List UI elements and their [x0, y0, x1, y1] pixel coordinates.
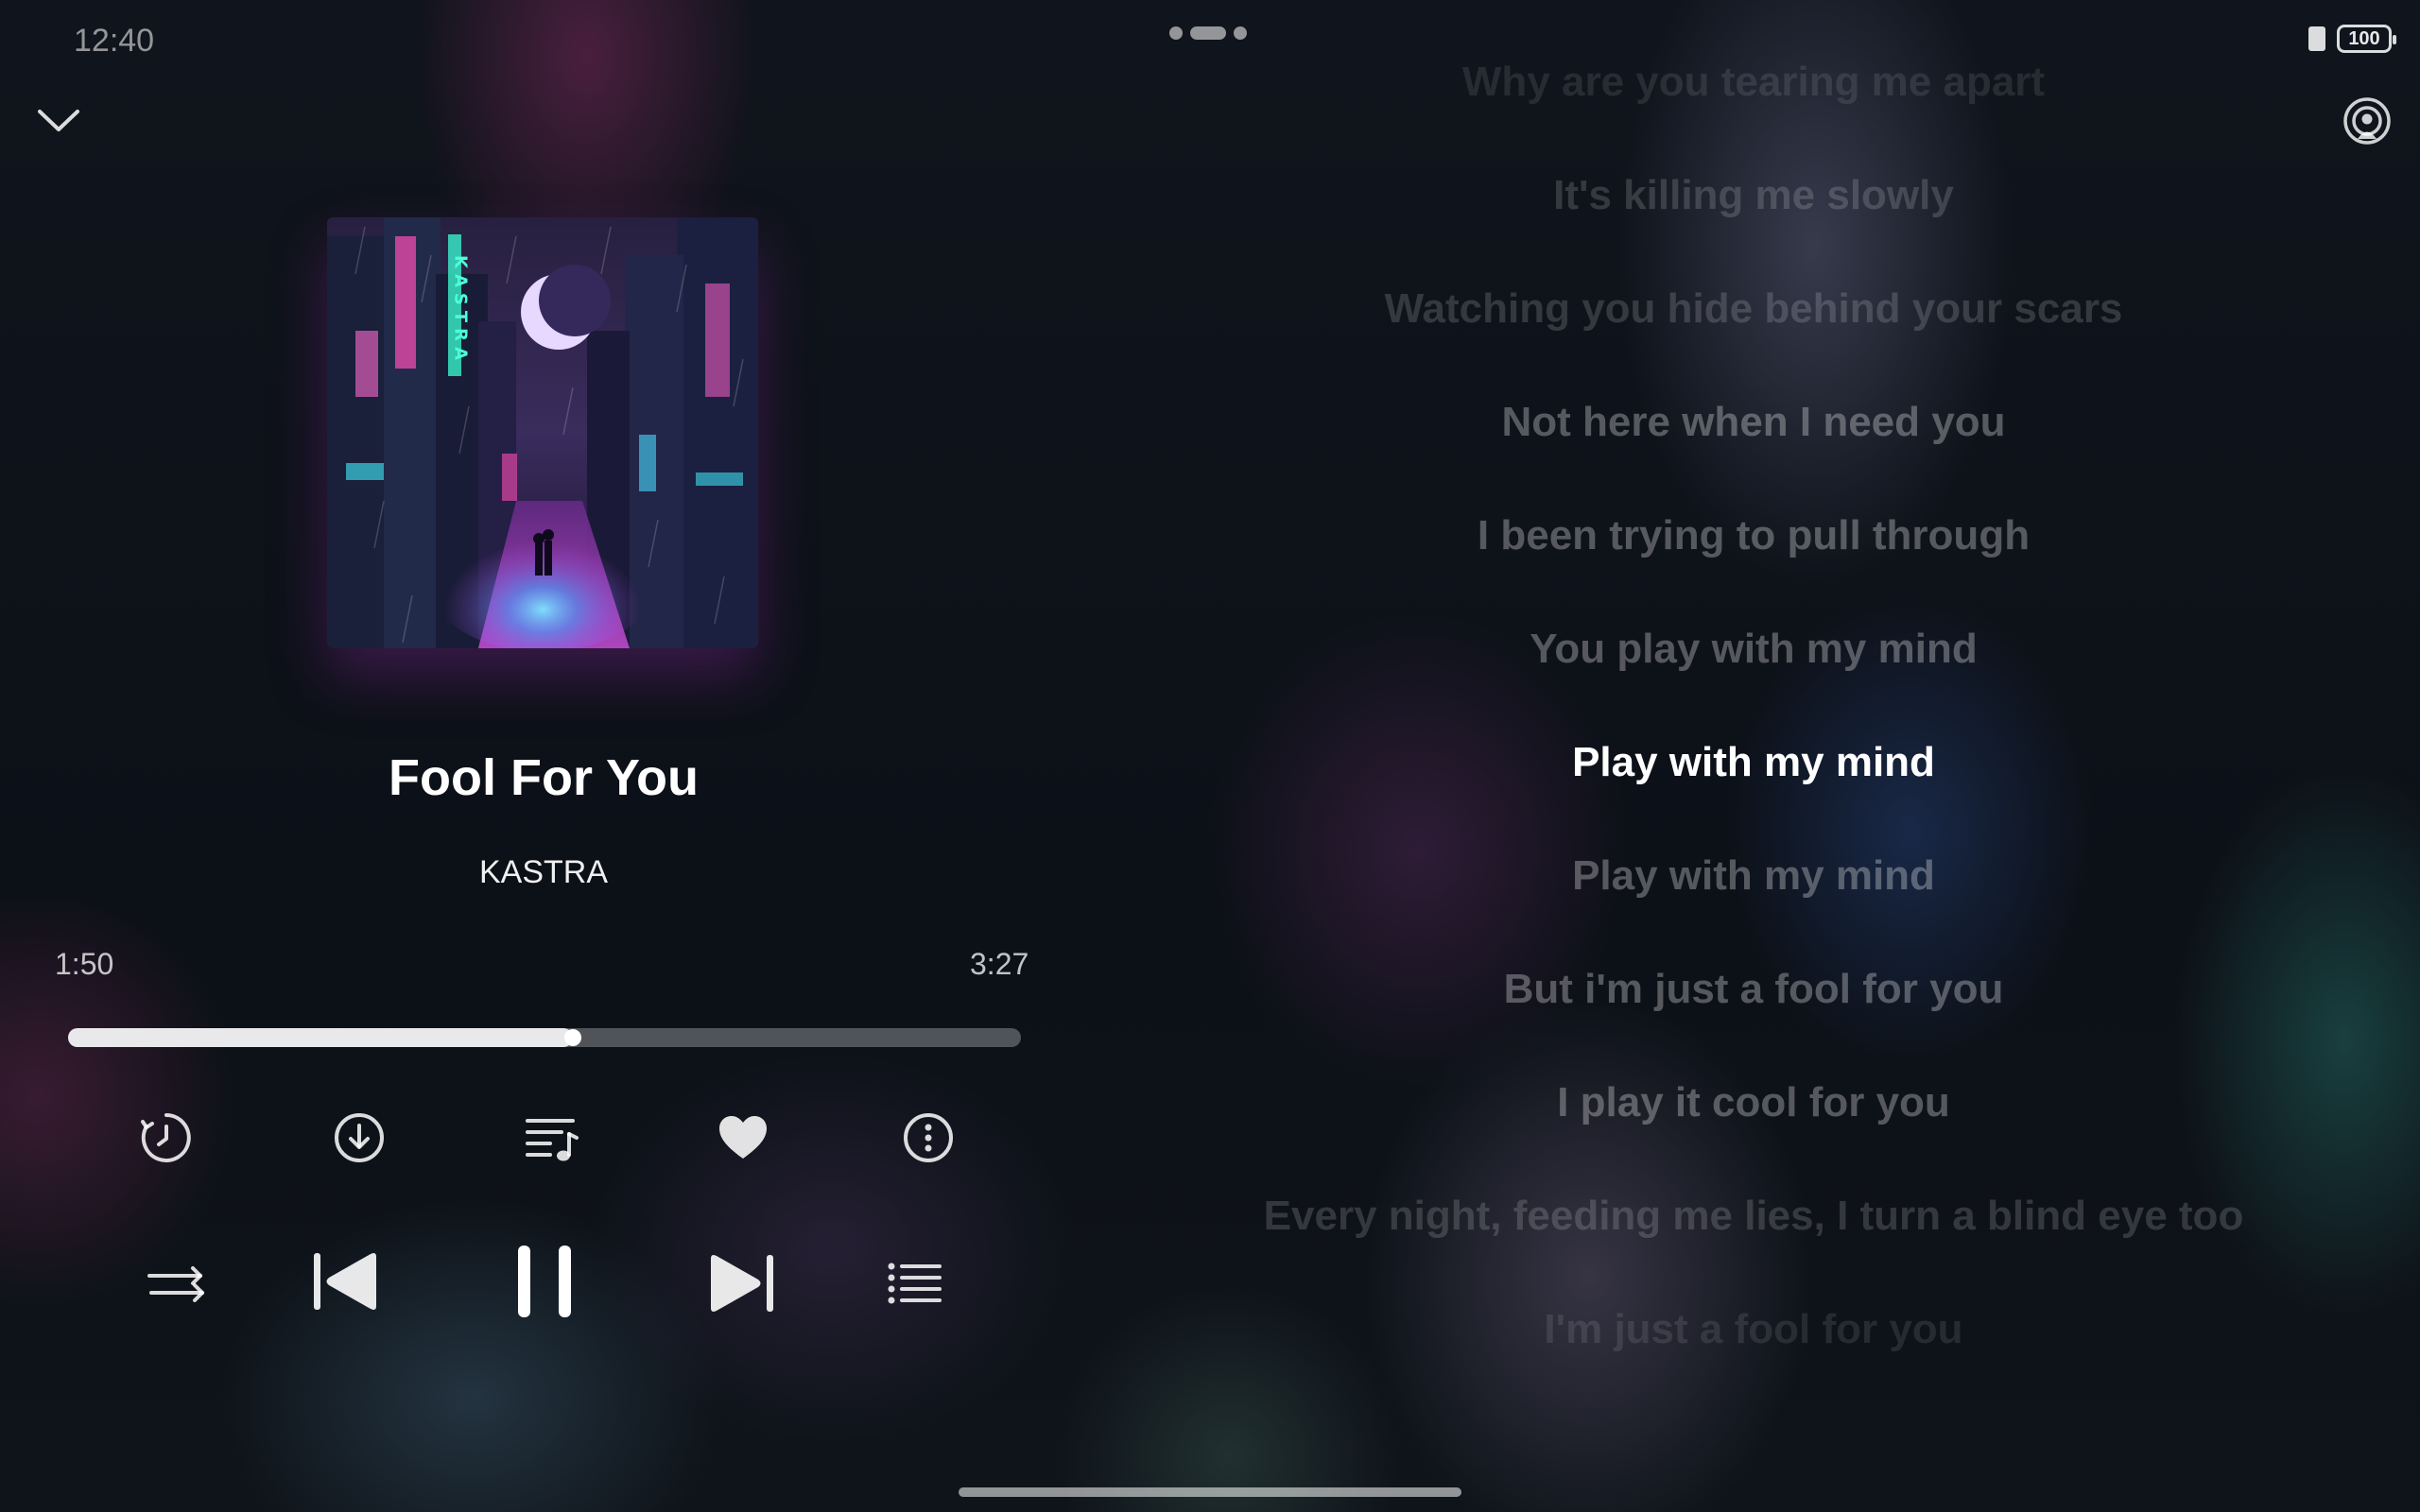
sleep-timer-button[interactable] — [134, 1106, 199, 1170]
lyric-line[interactable]: It's killing me slowly — [1182, 172, 2325, 219]
add-to-playlist-button[interactable] — [520, 1106, 584, 1170]
previous-track-icon — [314, 1253, 376, 1310]
album-art: KASTRA — [327, 217, 758, 648]
album-brand-text: KASTRA — [451, 255, 471, 366]
previous-track-button[interactable] — [308, 1244, 384, 1319]
progress-thumb[interactable] — [564, 1029, 581, 1046]
favorite-heart-icon — [719, 1116, 767, 1159]
home-indicator[interactable] — [959, 1487, 1461, 1497]
progress-bar[interactable] — [68, 1028, 1021, 1047]
chevron-down-icon — [38, 110, 79, 131]
more-options-button[interactable] — [896, 1106, 960, 1170]
lyric-line[interactable]: Play with my mind — [1182, 852, 2325, 900]
music-player-screen: 12:40 100 KASTRA Fool For You KASTRA 1:5… — [0, 0, 2420, 1512]
cast-button[interactable] — [2335, 91, 2399, 151]
lyric-line[interactable]: I play it cool for you — [1182, 1079, 2325, 1126]
sleep-timer-icon — [141, 1113, 191, 1162]
lyric-line[interactable]: Every night, feeding me lies, I turn a b… — [1182, 1193, 2325, 1240]
battery-level: 100 — [2348, 27, 2380, 49]
lyrics-panel[interactable]: Why are you tearing me apart It's killin… — [1182, 0, 2325, 1512]
lyric-line[interactable]: I'm just a fool for you — [1182, 1306, 2325, 1353]
download-icon — [335, 1113, 384, 1162]
status-time: 12:40 — [74, 23, 155, 59]
lyric-line[interactable]: Why are you tearing me apart — [1182, 59, 2325, 106]
lyric-line[interactable]: I been trying to pull through — [1182, 512, 2325, 559]
lyric-line[interactable]: Watching you hide behind your scars — [1182, 285, 2325, 333]
next-track-icon — [711, 1255, 773, 1312]
more-options-icon — [904, 1113, 953, 1162]
queue-button[interactable] — [881, 1253, 949, 1314]
queue-list-icon — [888, 1263, 942, 1304]
cast-audio-icon — [2343, 97, 2391, 145]
elapsed-time: 1:50 — [55, 947, 114, 981]
album-cover-image: KASTRA — [327, 217, 758, 648]
pause-button[interactable] — [501, 1238, 588, 1325]
collapse-button[interactable] — [28, 94, 89, 147]
add-to-playlist-icon — [526, 1119, 579, 1161]
lyric-line[interactable]: But i'm just a fool for you — [1182, 966, 2325, 1013]
pause-icon — [518, 1246, 571, 1317]
song-title: Fool For You — [389, 749, 699, 806]
repeat-mode-button[interactable] — [142, 1253, 210, 1314]
battery-icon: 100 — [2337, 25, 2396, 53]
lyric-line[interactable]: Not here when I need you — [1182, 399, 2325, 446]
total-duration: 3:27 — [970, 947, 1029, 981]
favorite-button[interactable] — [711, 1106, 775, 1170]
song-artist[interactable]: KASTRA — [0, 854, 1087, 891]
progress-bar-fill — [68, 1028, 573, 1047]
lyric-line-active[interactable]: Play with my mind — [1182, 739, 2325, 786]
lyric-line[interactable]: You play with my mind — [1182, 626, 2325, 673]
next-track-button[interactable] — [701, 1244, 781, 1323]
repeat-order-icon — [147, 1266, 204, 1302]
download-button[interactable] — [327, 1106, 391, 1170]
